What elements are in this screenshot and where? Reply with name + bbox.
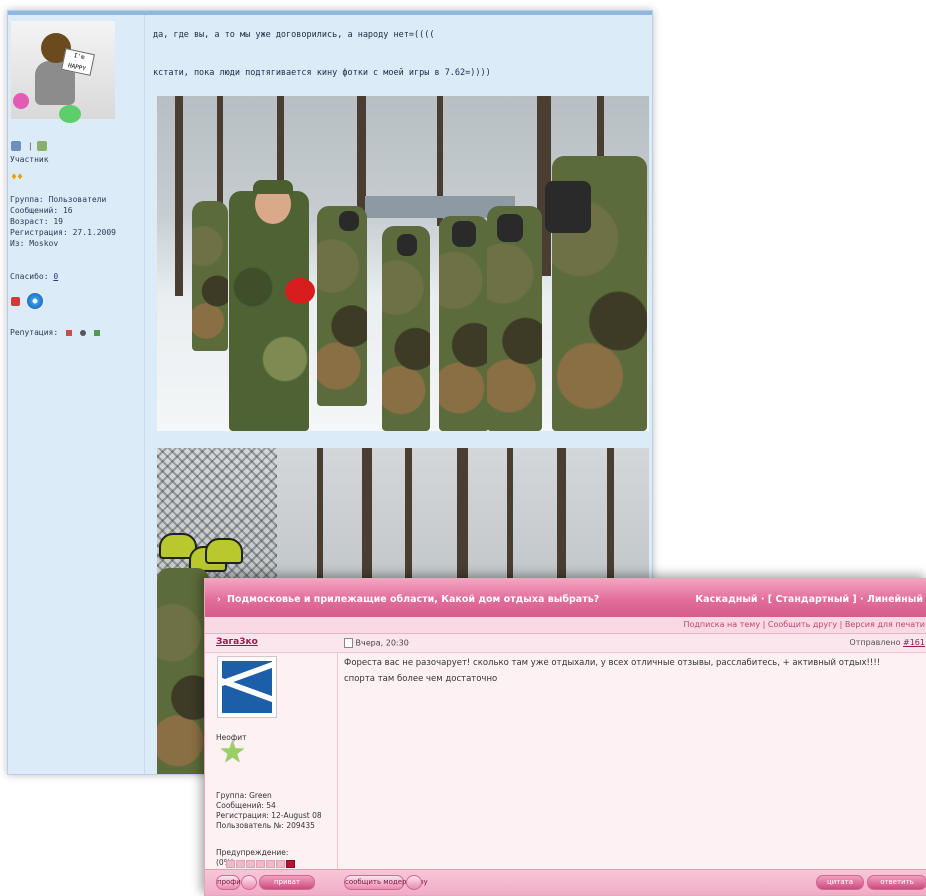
back-thanks: Спасибо: 0 xyxy=(10,272,58,283)
back-user-role: Участник xyxy=(10,155,49,164)
avatar-green-balloon xyxy=(59,105,81,123)
view-mode-switch[interactable]: Каскадный · [ Стандартный ] · Линейный xyxy=(695,594,923,605)
reputation-plus-icon[interactable] xyxy=(93,329,100,336)
back-reputation: Репутация: xyxy=(10,328,100,339)
thanks-label: Спасибо: xyxy=(10,272,49,281)
user-posts: Сообщений: 54 xyxy=(216,801,276,810)
post-number-link[interactable]: #161 xyxy=(903,638,925,647)
post-text-line1: Фореста вас не разочарует! сколько там у… xyxy=(344,658,881,668)
photo-soldier xyxy=(192,201,228,351)
back-user-from: Из: Moskov xyxy=(10,239,59,248)
post-date: Вчера, 20:30 xyxy=(344,638,409,648)
front-user-avatar[interactable] xyxy=(217,656,277,718)
thread-title-bar: › Подмосковье и прилежащие области, Како… xyxy=(205,579,926,617)
back-user-age: Возраст: 19 xyxy=(10,217,63,226)
back-user-sidebar: I'm HAPPY | Участник ♦♦ Группа: Пользова… xyxy=(8,15,145,774)
reputation-info-icon[interactable] xyxy=(79,329,86,336)
warning-cell xyxy=(266,860,275,868)
thread-options-bar: Подписка на тему | Сообщить другу | Верс… xyxy=(205,617,926,634)
thanks-count-link[interactable]: 0 xyxy=(53,272,58,281)
rank-star-icon: ★ xyxy=(219,735,246,770)
photo-soldier xyxy=(382,226,430,431)
post-date-text: Вчера, 20:30 xyxy=(355,638,409,648)
print-version-link[interactable]: Версия для печати xyxy=(845,620,925,629)
avatar-pink-balloon xyxy=(13,93,29,109)
subscribe-topic-link[interactable]: Подписка на тему xyxy=(683,620,760,629)
back-user-registered: Регистрация: 27.1.2009 xyxy=(10,228,116,237)
report-moderator-button[interactable]: сообщить модератору xyxy=(344,875,428,890)
private-message-button[interactable]: приват xyxy=(259,875,315,890)
user-registered: Регистрация: 12-August 08 xyxy=(216,811,322,820)
thread-arrow-icon: › xyxy=(217,595,221,605)
rank-pips-icon: ♦♦ xyxy=(11,172,24,183)
user-group: Группа: Green xyxy=(216,791,272,800)
photo-soldier xyxy=(317,206,367,406)
back-user-icons: | xyxy=(11,141,49,153)
warning-cell xyxy=(246,860,255,868)
photo-helmet xyxy=(205,538,243,564)
photo-soldier xyxy=(439,216,489,431)
post-text-line2: спорта там более чем достаточно xyxy=(344,674,498,684)
back-post-line2: кстати, пока люди подтягивается кину фот… xyxy=(153,68,491,78)
thread-title: Подмосковье и прилежащие области, Какой … xyxy=(227,594,600,605)
warning-label: Предупреждение: xyxy=(216,848,289,857)
photo-officer xyxy=(229,191,309,431)
warning-person-icon xyxy=(11,296,20,306)
post-page-icon xyxy=(344,638,353,648)
reputation-label: Репутация: xyxy=(10,328,59,337)
email-icon[interactable] xyxy=(241,875,257,890)
warning-cell xyxy=(226,860,235,868)
photo-mask xyxy=(497,214,523,242)
photo-mask xyxy=(545,181,591,233)
front-user-sidebar: Неофит ★ Группа: Green Сообщений: 54 Рег… xyxy=(205,653,338,869)
icon-separator: | xyxy=(27,141,33,151)
photo-mask xyxy=(339,211,359,231)
reply-button[interactable]: ответить xyxy=(867,875,926,890)
warning-cell-max xyxy=(286,860,295,868)
post-username-link[interactable]: Зага3ко xyxy=(216,637,258,647)
message-icon[interactable] xyxy=(37,141,48,151)
warning-cell xyxy=(276,860,285,868)
tell-friend-link[interactable]: Сообщить другу xyxy=(768,620,837,629)
sent-label: Отправлено xyxy=(849,638,901,647)
post-sent-info: Отправлено #161 xyxy=(849,638,925,647)
back-user-posts: Сообщений: 16 xyxy=(10,206,73,215)
report-info-icon[interactable] xyxy=(406,875,422,890)
post-photo-paintball-line-up[interactable] xyxy=(157,96,649,431)
post-actions-bar: профиль приват сообщить модератору цитат… xyxy=(205,869,926,895)
photo-mask xyxy=(452,221,476,247)
photo-officer-cap xyxy=(253,180,293,194)
quote-button[interactable]: цитата xyxy=(816,875,864,890)
back-user-group: Группа: Пользователи xyxy=(10,195,107,204)
profile-button[interactable]: профиль xyxy=(216,875,249,890)
front-forum-screenshot: › Подмосковье и прилежащие области, Како… xyxy=(204,578,926,896)
back-thanks-icons xyxy=(11,293,43,309)
warning-cell xyxy=(236,860,245,868)
warning-cell xyxy=(256,860,265,868)
photo-tree xyxy=(175,96,183,296)
user-id: Пользователь №: 209435 xyxy=(216,821,315,830)
photo-red-armband xyxy=(285,278,315,304)
disc-icon xyxy=(26,293,43,309)
photo-soldier xyxy=(157,568,209,774)
post-header-bar: Зага3ко Вчера, 20:30 Отправлено #161 xyxy=(205,634,926,653)
reputation-minus-icon[interactable] xyxy=(66,329,72,336)
warning-level-bar[interactable] xyxy=(226,859,296,869)
users-icon[interactable] xyxy=(11,141,21,151)
back-post-line1: да, где вы, а то мы уже договорились, а … xyxy=(153,30,435,40)
photo-mask xyxy=(397,234,417,256)
back-user-avatar[interactable]: I'm HAPPY xyxy=(11,21,115,123)
